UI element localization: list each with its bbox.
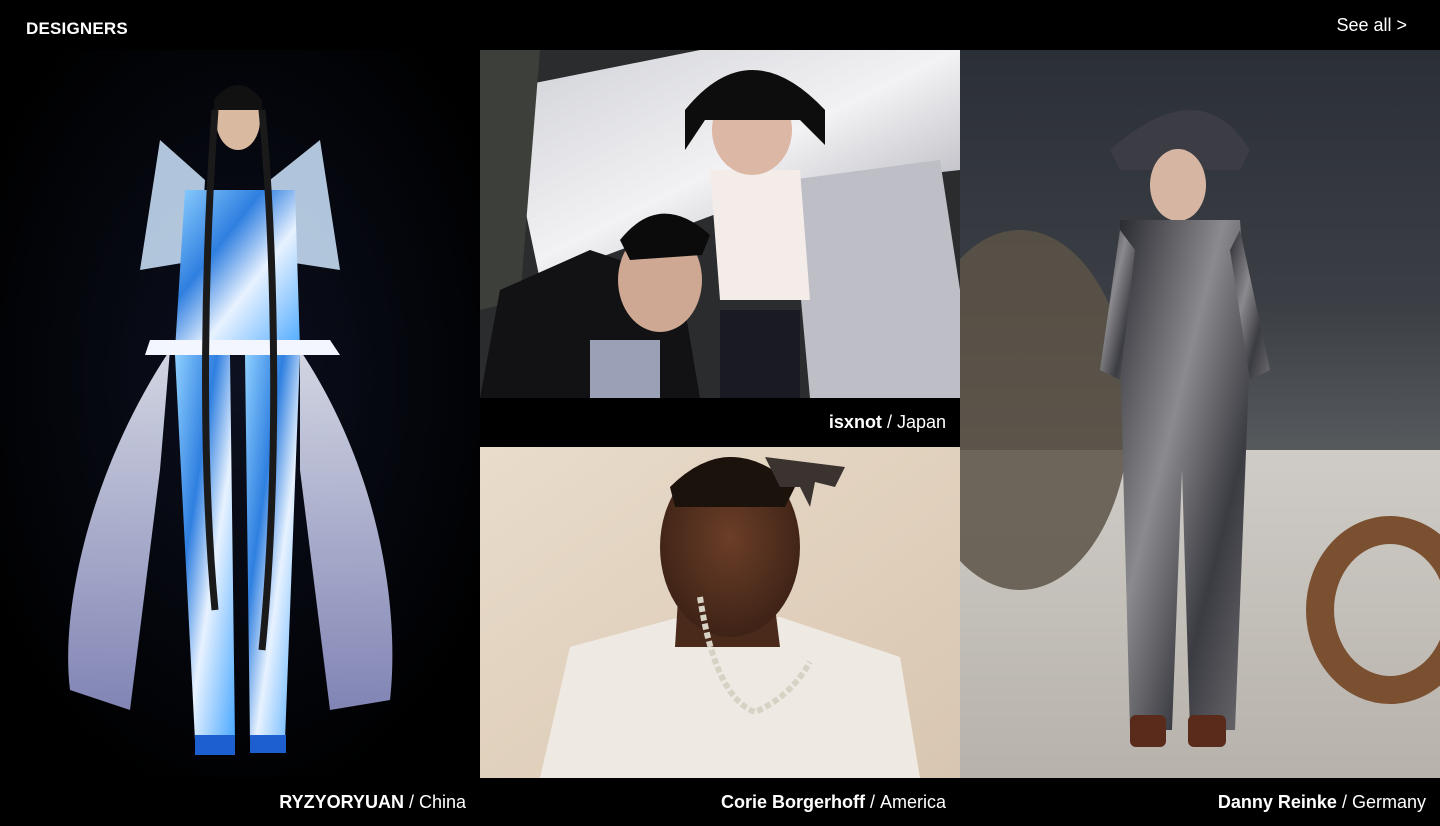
designer-country: China [418, 792, 466, 812]
designer-caption-danny-reinke[interactable]: Danny Reinke / Germany [1218, 792, 1426, 813]
designer-caption-isxnot[interactable]: isxnot / Japan [829, 412, 946, 433]
designer-photo-danny-reinke[interactable] [960, 50, 1440, 778]
section-header: DESIGNERS See all > [0, 0, 1440, 50]
caption-separator: / [886, 412, 892, 432]
caption-separator: / [408, 792, 414, 812]
designer-photo-ryzyoryuan[interactable] [0, 50, 480, 778]
designer-country: America [879, 792, 946, 812]
designer-photo-corie-borgerhoff[interactable] [480, 447, 960, 778]
caption-separator: / [1341, 792, 1347, 812]
see-all-link[interactable]: See all > [1336, 15, 1407, 36]
runway-photo [0, 50, 480, 778]
designer-name: Danny Reinke [1217, 792, 1337, 812]
editorial-photo [480, 50, 960, 398]
designer-country: Germany [1351, 792, 1426, 812]
designer-caption-corie-borgerhoff[interactable]: Corie Borgerhoff / America [721, 792, 946, 813]
portrait-photo [480, 447, 960, 778]
designer-name: isxnot [828, 412, 882, 432]
caption-separator: / [869, 792, 875, 812]
designer-photo-isxnot[interactable] [480, 50, 960, 398]
designer-name: RYZYORYUAN [279, 792, 404, 812]
designer-caption-ryzyoryuan[interactable]: RYZYORYUAN / China [279, 792, 466, 813]
runway-photo [960, 50, 1440, 778]
section-title: DESIGNERS [26, 19, 128, 38]
designer-country: Japan [896, 412, 946, 432]
designer-name: Corie Borgerhoff [720, 792, 865, 812]
